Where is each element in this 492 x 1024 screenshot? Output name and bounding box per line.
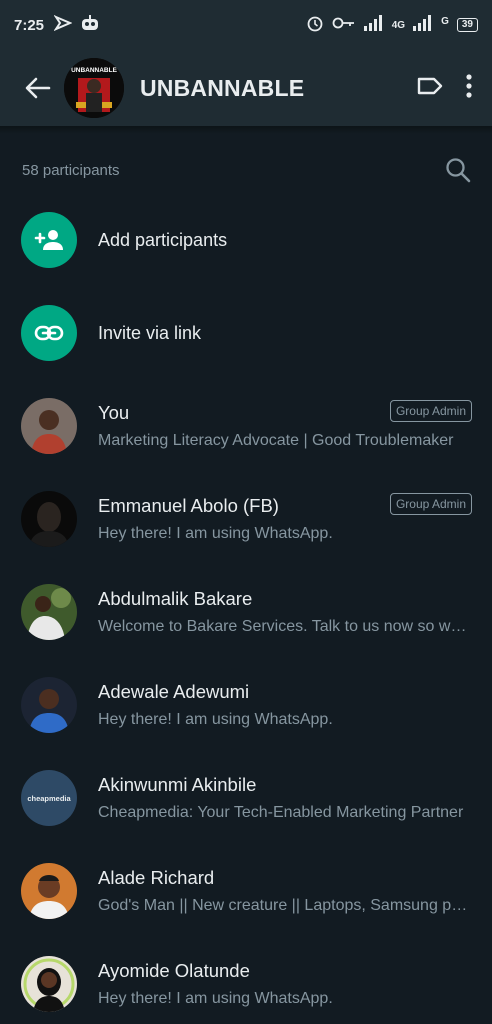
nav-arrow-icon (53, 14, 73, 37)
participant-name: Emmanuel Abolo (FB) (98, 495, 279, 516)
participant-name: Akinwunmi Akinbile (98, 774, 257, 795)
participant-name: Ayomide Olatunde (98, 960, 250, 981)
add-participants-label: Add participants (98, 229, 228, 250)
avatar (21, 491, 77, 547)
participant-name: Abdulmalik Bakare (98, 588, 253, 609)
participant-about: Hey there! I am using WhatsApp. (98, 525, 333, 542)
participant-name: You (98, 402, 130, 423)
avatar (21, 584, 77, 640)
invite-via-link-label: Invite via link (98, 322, 202, 343)
participant-about: Hey there! I am using WhatsApp. (98, 990, 333, 1007)
status-bar: 7:25 4G G 39 (0, 0, 492, 50)
more-vert-icon (466, 73, 472, 98)
signal-icon (363, 14, 384, 36)
label-icon (417, 77, 443, 94)
network-type-2: G (441, 15, 449, 27)
participant-about: Hey there! I am using WhatsApp. (98, 711, 333, 728)
alarm-icon (306, 14, 324, 37)
participant-about: Cheapmedia: Your Tech-Enabled Marketing … (98, 804, 464, 821)
add-participants-row[interactable]: Add participants (0, 196, 492, 284)
back-arrow-icon (25, 77, 51, 99)
participant-about: Marketing Literacy Advocate | Good Troub… (98, 432, 454, 449)
back-button[interactable] (14, 64, 62, 112)
participant-row[interactable]: Abdulmalik Bakare Welcome to Bakare Serv… (0, 566, 492, 658)
app-header: UNBANNABLE UNBANNABLE (0, 50, 492, 126)
invite-via-link-row[interactable]: Invite via link (0, 289, 492, 377)
participant-row[interactable]: You Group Admin Marketing Literacy Advoc… (0, 380, 492, 472)
avatar-logo-text: cheapmedia (27, 793, 71, 803)
group-avatar[interactable]: UNBANNABLE (64, 58, 124, 118)
status-time: 7:25 (14, 16, 45, 34)
participants-section-header: 58 participants (22, 150, 474, 190)
participant-row[interactable]: cheapmedia Akinwunmi Akinbile Cheapmedia… (0, 752, 492, 844)
add-person-icon (21, 212, 77, 268)
avatar (21, 956, 77, 1012)
avatar (21, 398, 77, 454)
participant-row[interactable]: Alade Richard God's Man || New creature … (0, 845, 492, 937)
search-icon (446, 158, 471, 183)
signal-icon-2 (413, 14, 433, 36)
more-options-button[interactable] (466, 73, 472, 103)
avatar: cheapmedia (21, 770, 77, 826)
participant-name: Adewale Adewumi (98, 681, 250, 702)
label-button[interactable] (416, 76, 444, 101)
participant-about: God's Man || New creature || Laptops, Sa… (98, 897, 470, 914)
group-image-text: UNBANNABLE (71, 67, 117, 74)
key-icon (332, 16, 356, 35)
link-icon (21, 305, 77, 361)
network-type: 4G (391, 19, 406, 31)
participants-count: 58 participants (22, 161, 120, 179)
battery-indicator: 39 (456, 18, 478, 32)
avatar (21, 677, 77, 733)
status-badge: Group Admin (389, 493, 472, 515)
bot-icon (80, 14, 100, 37)
participant-row[interactable]: Ayomide Olatunde Hey there! I am using W… (0, 938, 492, 1024)
participant-row[interactable]: Adewale Adewumi Hey there! I am using Wh… (0, 659, 492, 751)
participant-name: Alade Richard (98, 867, 215, 888)
participant-about: Welcome to Bakare Services. Talk to us n… (98, 618, 470, 635)
group-title[interactable]: UNBANNABLE (140, 75, 304, 102)
status-badge: Group Admin (389, 400, 472, 422)
search-participants-button[interactable] (442, 154, 474, 186)
participant-row[interactable]: Emmanuel Abolo (FB) Group Admin Hey ther… (0, 473, 492, 565)
avatar (21, 863, 77, 919)
